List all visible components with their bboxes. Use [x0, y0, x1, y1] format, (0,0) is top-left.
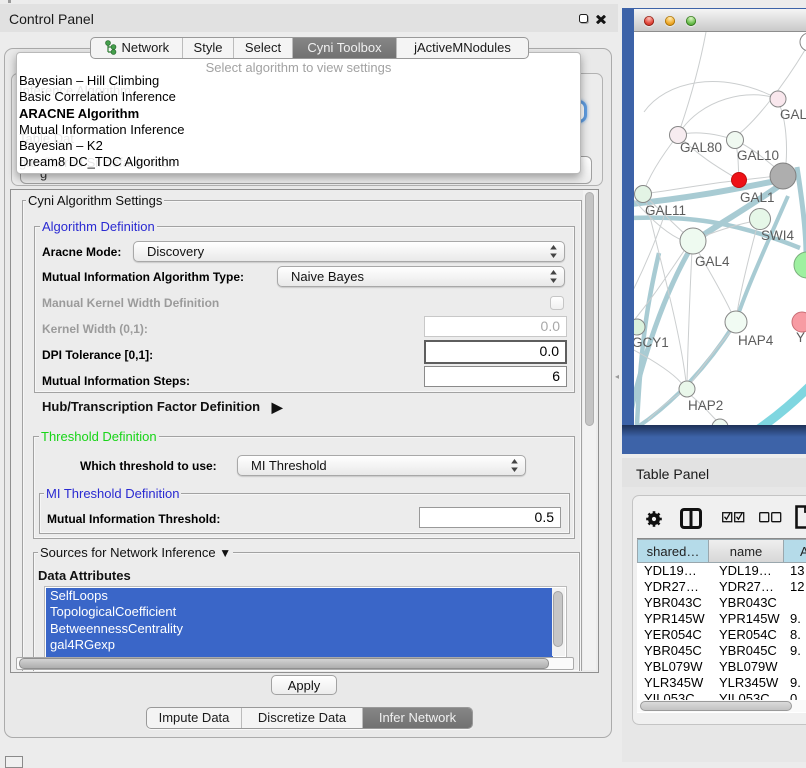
- svg-text:HAP2: HAP2: [688, 398, 723, 413]
- svg-text:GAL10: GAL10: [737, 148, 779, 163]
- svg-text:GCY1: GCY1: [634, 335, 669, 350]
- svg-text:GAL2: GAL2: [780, 107, 806, 122]
- svg-text:GAL80: GAL80: [680, 140, 722, 155]
- svg-text:GAL4: GAL4: [695, 254, 730, 269]
- svg-text:GAL1: GAL1: [740, 190, 775, 205]
- svg-text:GAL11: GAL11: [645, 203, 686, 218]
- svg-text:SWI4: SWI4: [761, 228, 794, 243]
- svg-text:Y: Y: [796, 330, 805, 345]
- svg-text:HAP4: HAP4: [738, 333, 774, 348]
